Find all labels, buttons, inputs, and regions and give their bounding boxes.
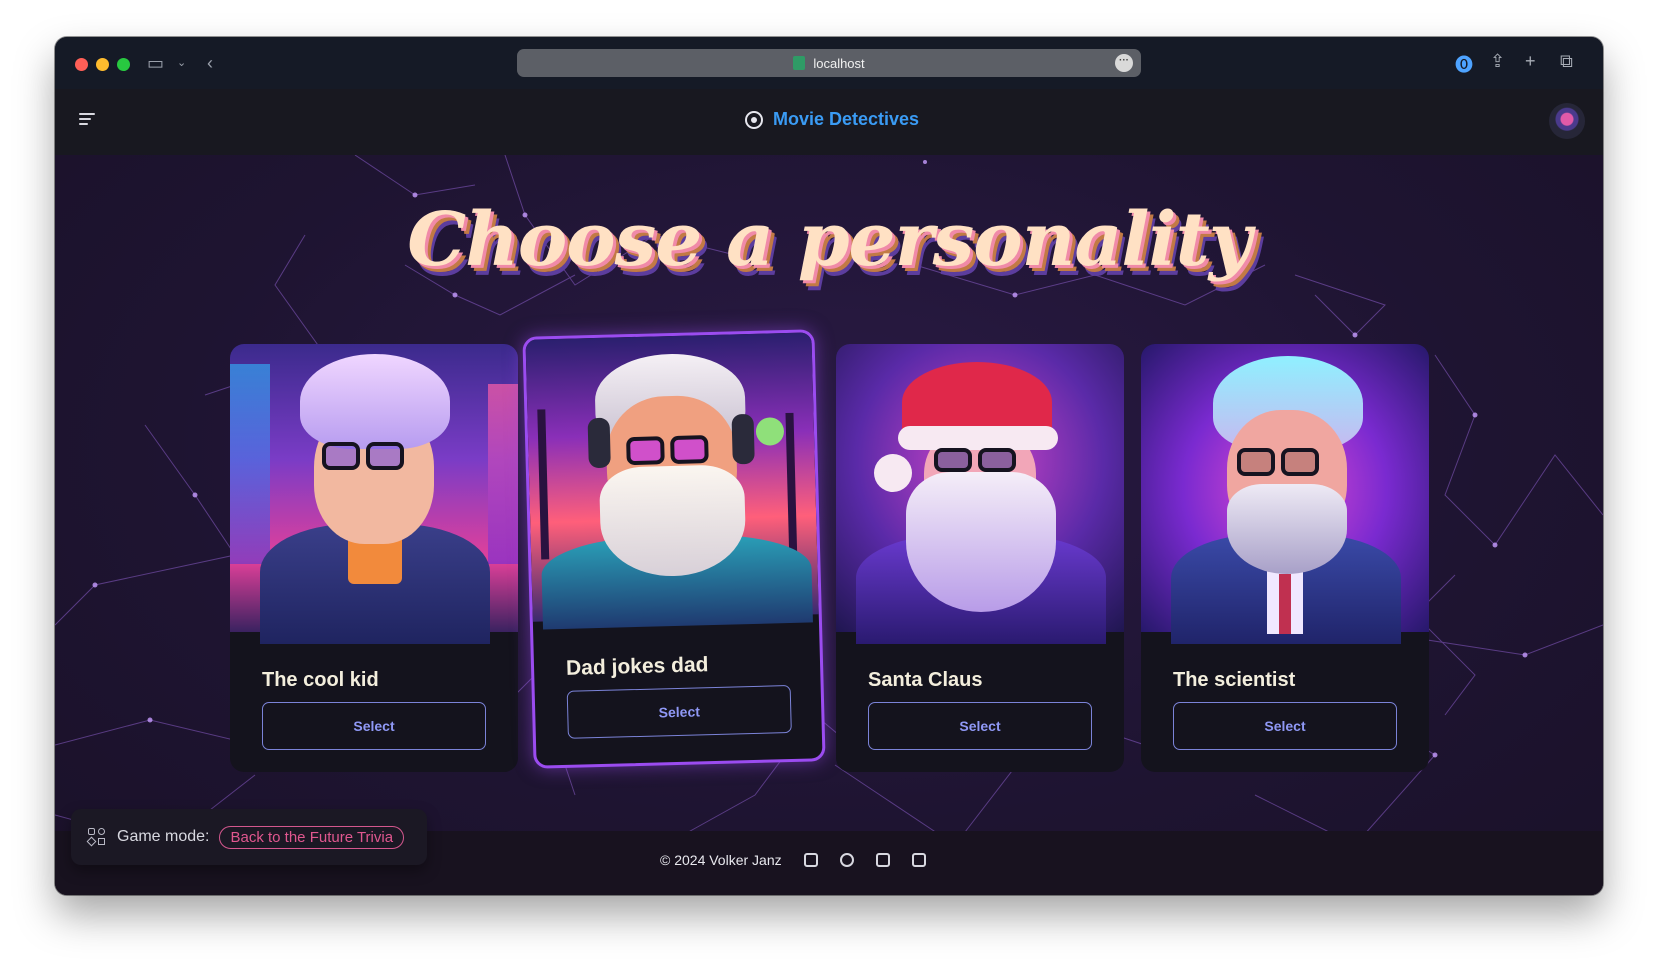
menu-icon[interactable]: [79, 113, 95, 128]
brand[interactable]: Movie Detectives: [745, 109, 919, 130]
minimize-window-button[interactable]: [96, 58, 109, 71]
password-icon[interactable]: ⓿: [1455, 51, 1473, 77]
game-mode-icon: [86, 827, 107, 847]
close-window-button[interactable]: [75, 58, 88, 71]
personality-name: Dad jokes dad: [565, 653, 709, 680]
linkedin-icon[interactable]: [875, 853, 890, 867]
page-heading: Choose a personality: [407, 197, 1252, 283]
game-mode-indicator: Game mode: Back to the Future Trivia: [71, 809, 427, 865]
calendar-icon[interactable]: [803, 853, 818, 867]
app-title: Movie Detectives: [773, 109, 920, 129]
address-bar[interactable]: localhost ···: [517, 49, 1141, 77]
tabs-overview-icon[interactable]: ⧉: [1560, 51, 1573, 72]
select-button[interactable]: Select: [262, 702, 486, 750]
browser-window: ▭ ⌄ ‹ localhost ··· ⓿ ⇪ + ⧉ Movie Detect…: [55, 37, 1603, 895]
browser-toolbar: ▭ ⌄ ‹ localhost ··· ⓿ ⇪ + ⧉: [55, 37, 1603, 89]
url-text: localhost: [813, 55, 865, 71]
personality-name: The cool kid: [262, 669, 379, 691]
select-button[interactable]: Select: [1173, 702, 1397, 750]
more-icon[interactable]: ···: [1115, 54, 1133, 72]
dad-jokes-dad-portrait: [525, 332, 819, 630]
game-mode-label: Game mode:: [117, 828, 210, 845]
cool-kid-portrait: [230, 344, 518, 644]
copyright-text: © 2024 Volker Janz: [660, 852, 782, 868]
zoom-window-button[interactable]: [117, 58, 130, 71]
select-button[interactable]: Select: [566, 684, 792, 739]
personality-name: The scientist: [1173, 669, 1296, 691]
game-mode-badge[interactable]: Back to the Future Trivia: [219, 825, 405, 849]
personality-card-cool-kid[interactable]: The cool kid Select: [230, 344, 518, 772]
back-icon[interactable]: ‹: [207, 52, 213, 74]
select-button[interactable]: Select: [868, 702, 1092, 750]
chevron-down-icon[interactable]: ⌄: [177, 52, 186, 74]
app-header: Movie Detectives: [55, 89, 1603, 155]
personality-card-dad-jokes-dad[interactable]: Dad jokes dad Select: [522, 329, 826, 769]
share-icon[interactable]: ⇪: [1490, 51, 1505, 72]
the-scientist-portrait: [1141, 344, 1429, 644]
personality-card-santa-claus[interactable]: Santa Claus Select: [836, 344, 1124, 772]
santa-claus-portrait: [836, 344, 1124, 644]
sidebar-icon[interactable]: ▭: [147, 52, 164, 74]
film-reel-icon: [745, 110, 763, 129]
github-icon[interactable]: [839, 853, 854, 867]
main-content: Choose a personality The cool kid Select: [55, 155, 1603, 895]
new-tab-icon[interactable]: +: [1525, 51, 1536, 72]
medium-icon[interactable]: [911, 853, 926, 867]
personality-name: Santa Claus: [868, 669, 983, 691]
user-avatar[interactable]: [1549, 103, 1585, 139]
personality-card-the-scientist[interactable]: The scientist Select: [1141, 344, 1429, 772]
site-favicon-icon: [793, 56, 806, 70]
